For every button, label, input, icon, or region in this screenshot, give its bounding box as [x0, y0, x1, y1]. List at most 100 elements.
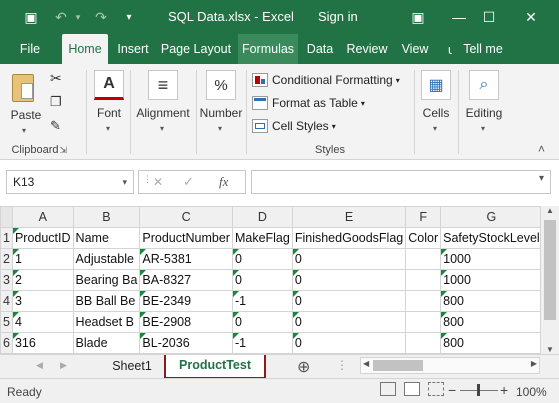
cells-group[interactable]: ▦ Cells ▾: [416, 64, 456, 160]
cell[interactable]: ProductID: [11, 227, 74, 249]
zoom-level[interactable]: 100%: [516, 385, 547, 399]
undo-icon[interactable]: ↶: [50, 7, 72, 27]
cell[interactable]: Adjustable: [72, 248, 141, 270]
tab-home[interactable]: Home: [62, 34, 108, 64]
expand-formula-bar-icon[interactable]: ▾: [539, 173, 544, 184]
redo-icon[interactable]: ↷: [90, 7, 112, 27]
add-sheet-icon[interactable]: ⊕: [297, 357, 310, 377]
cell[interactable]: 0: [231, 248, 293, 270]
column-header[interactable]: E: [291, 206, 407, 228]
minimize-icon[interactable]: —: [444, 5, 474, 29]
column-header[interactable]: B: [72, 206, 141, 228]
cell[interactable]: 0: [291, 269, 407, 291]
customize-qat-icon[interactable]: ▾: [122, 7, 136, 27]
scroll-left-icon[interactable]: ◀: [363, 359, 369, 368]
worksheet-grid[interactable]: A B C D E F G H 1ProductIDNameProductNum…: [0, 206, 540, 354]
close-icon[interactable]: ✕: [516, 5, 546, 29]
zoom-slider-thumb[interactable]: [477, 384, 480, 396]
cancel-icon[interactable]: ✕: [153, 175, 163, 189]
cell[interactable]: [405, 332, 442, 354]
tab-page-layout[interactable]: Page Layout: [158, 34, 234, 64]
row-header[interactable]: 6: [0, 332, 13, 354]
cell[interactable]: Blade: [72, 332, 141, 354]
undo-dropdown-icon[interactable]: ▾: [72, 7, 84, 27]
horizontal-scroll-thumb[interactable]: [373, 360, 423, 371]
conditional-formatting-button[interactable]: Conditional Formatting ▾: [252, 70, 400, 90]
cell[interactable]: BE-2908: [139, 311, 233, 333]
cell[interactable]: Bearing Ba: [72, 269, 141, 291]
cell[interactable]: Color: [405, 227, 442, 249]
vertical-scrollbar[interactable]: ▲ ▼: [540, 206, 559, 354]
normal-view-icon[interactable]: [380, 382, 396, 396]
sheet-tab-sheet1[interactable]: Sheet1: [104, 355, 160, 379]
cell[interactable]: 800: [440, 290, 540, 312]
cell[interactable]: 1000: [440, 248, 540, 270]
cell[interactable]: 0: [231, 311, 293, 333]
prev-sheet-icon[interactable]: ◀: [36, 360, 43, 371]
cut-icon[interactable]: ✂: [50, 70, 62, 87]
cell[interactable]: AR-5381: [139, 248, 233, 270]
cell[interactable]: ProductNumber: [139, 227, 233, 249]
save-icon[interactable]: ▣: [20, 7, 42, 27]
cell[interactable]: 1000: [440, 269, 540, 291]
next-sheet-icon[interactable]: ▶: [60, 360, 67, 371]
column-header[interactable]: D: [231, 206, 293, 228]
sign-in-link[interactable]: Sign in: [318, 9, 358, 24]
tab-insert[interactable]: Insert: [112, 34, 154, 64]
tab-view[interactable]: View: [396, 34, 434, 64]
paste-button[interactable]: Paste ▾: [8, 70, 44, 138]
tab-split-handle-icon[interactable]: ⋮: [336, 358, 348, 372]
alignment-group[interactable]: ≡ Alignment ▾: [132, 64, 194, 160]
cell[interactable]: 0: [291, 248, 407, 270]
row-header[interactable]: 1: [0, 227, 13, 249]
page-layout-view-icon[interactable]: [404, 382, 420, 396]
maximize-icon[interactable]: ☐: [474, 5, 504, 29]
formula-input[interactable]: ▾: [251, 170, 551, 194]
select-all-corner[interactable]: [0, 206, 13, 228]
clipboard-launcher-icon[interactable]: ⇲: [59, 145, 67, 156]
cell[interactable]: MakeFlag: [231, 227, 293, 249]
column-header[interactable]: C: [139, 206, 233, 228]
cell[interactable]: 2: [11, 269, 74, 291]
cell[interactable]: [405, 290, 442, 312]
tab-file[interactable]: File: [10, 34, 50, 64]
page-break-view-icon[interactable]: [428, 382, 444, 396]
tell-me-box[interactable]: Tell me: [460, 34, 506, 64]
cell[interactable]: 4: [11, 311, 74, 333]
font-group[interactable]: A Font ▾: [90, 64, 128, 160]
zoom-in-icon[interactable]: +: [500, 382, 508, 398]
cell[interactable]: -1: [231, 290, 293, 312]
column-header[interactable]: F: [405, 206, 442, 228]
cell[interactable]: [405, 248, 442, 270]
copy-icon[interactable]: ❐: [50, 94, 62, 110]
vertical-scroll-thumb[interactable]: [544, 220, 556, 320]
cell[interactable]: [405, 269, 442, 291]
cell[interactable]: 0: [231, 269, 293, 291]
column-header[interactable]: G: [440, 206, 540, 228]
cell[interactable]: 0: [291, 290, 407, 312]
scroll-down-icon[interactable]: ▼: [546, 345, 554, 354]
name-box[interactable]: K13 ▾: [6, 170, 134, 194]
horizontal-scrollbar[interactable]: ◀ ▶: [360, 357, 540, 374]
zoom-out-icon[interactable]: −: [448, 382, 456, 398]
editing-group[interactable]: ⌕ Editing ▾: [460, 64, 508, 160]
cell-styles-button[interactable]: Cell Styles ▾: [252, 116, 336, 136]
cell[interactable]: 800: [440, 311, 540, 333]
format-painter-icon[interactable]: ✎: [50, 118, 61, 134]
tab-data[interactable]: Data: [302, 34, 338, 64]
enter-icon[interactable]: ✓: [183, 174, 194, 190]
row-header[interactable]: 4: [0, 290, 13, 312]
cell[interactable]: 316: [11, 332, 74, 354]
name-box-dropdown-icon[interactable]: ▾: [122, 171, 127, 193]
cell[interactable]: 800: [440, 332, 540, 354]
number-group[interactable]: % Number ▾: [198, 64, 244, 160]
row-header[interactable]: 5: [0, 311, 13, 333]
cell[interactable]: SafetyStockLevel: [440, 227, 540, 249]
tab-review[interactable]: Review: [342, 34, 392, 64]
cell[interactable]: BL-2036: [139, 332, 233, 354]
scroll-right-icon[interactable]: ▶: [531, 359, 537, 368]
cell[interactable]: BA-8327: [139, 269, 233, 291]
cell[interactable]: [405, 311, 442, 333]
cell[interactable]: 0: [291, 311, 407, 333]
format-as-table-button[interactable]: Format as Table ▾: [252, 93, 365, 113]
